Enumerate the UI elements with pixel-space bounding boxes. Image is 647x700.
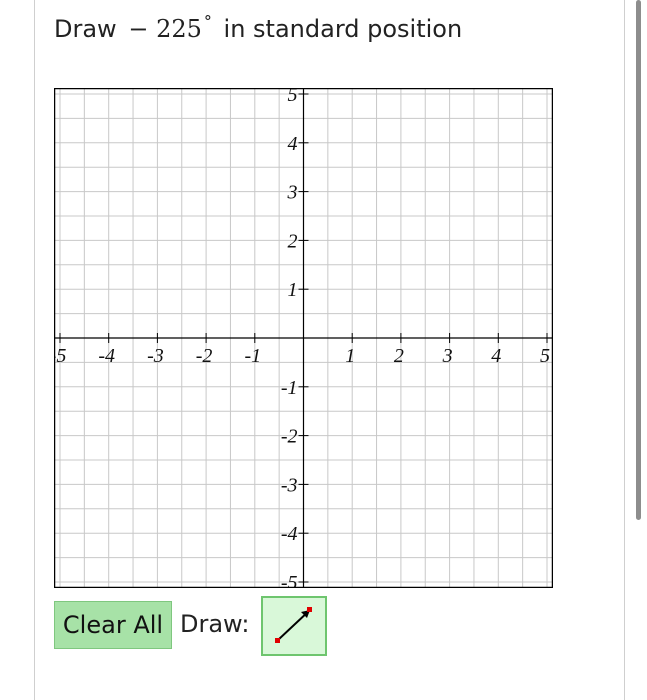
y-tick-label: -4 — [281, 523, 298, 545]
x-tick-label: 1 — [345, 345, 355, 367]
endpoint-start-icon — [275, 638, 280, 643]
y-tick-label: 3 — [287, 182, 298, 204]
content-left-border — [34, 0, 35, 700]
x-tick-label: -1 — [244, 345, 261, 367]
y-tick-label: 4 — [288, 133, 298, 155]
angle-sign: − — [128, 15, 149, 43]
line-tool-button[interactable] — [261, 596, 327, 656]
y-tick-label: -1 — [281, 377, 298, 399]
y-tick-label: 2 — [288, 230, 298, 252]
clear-all-button[interactable]: Clear All — [54, 601, 172, 649]
x-tick-label: 5 — [540, 345, 550, 367]
degree-symbol: ° — [203, 12, 212, 31]
angle-expression: − 225 ° — [128, 12, 212, 43]
x-tick-label: -5 — [54, 345, 66, 367]
endpoint-end-icon — [307, 607, 312, 612]
y-tick-label: -2 — [281, 426, 298, 448]
scrollbar[interactable] — [636, 0, 641, 520]
question-prefix: Draw — [54, 15, 117, 43]
y-tick-label: -5 — [281, 572, 298, 588]
x-tick-label: -4 — [98, 345, 115, 367]
draw-label: Draw: — [180, 610, 250, 638]
question-text: Draw − 225 ° in standard position — [54, 12, 463, 43]
x-tick-label: -3 — [147, 345, 164, 367]
x-tick-label: 4 — [491, 345, 501, 367]
coordinate-graph[interactable]: -5 -4 -3 -2 -1 1 2 3 4 5 5 4 3 2 1 -1 -2 -3 -4 -5 — [54, 88, 553, 588]
y-tick-label: 1 — [288, 279, 298, 301]
angle-value: 225 — [156, 15, 202, 43]
y-tick-label: -3 — [281, 474, 298, 496]
y-tick-label: 5 — [288, 88, 298, 106]
x-tick-label: 2 — [394, 345, 404, 367]
x-tick-label: -2 — [196, 345, 213, 367]
line-segment-icon — [275, 607, 312, 643]
axes — [54, 88, 553, 588]
question-suffix: in standard position — [223, 15, 463, 43]
content-right-border — [624, 0, 625, 700]
x-tick-label: 3 — [442, 345, 453, 367]
